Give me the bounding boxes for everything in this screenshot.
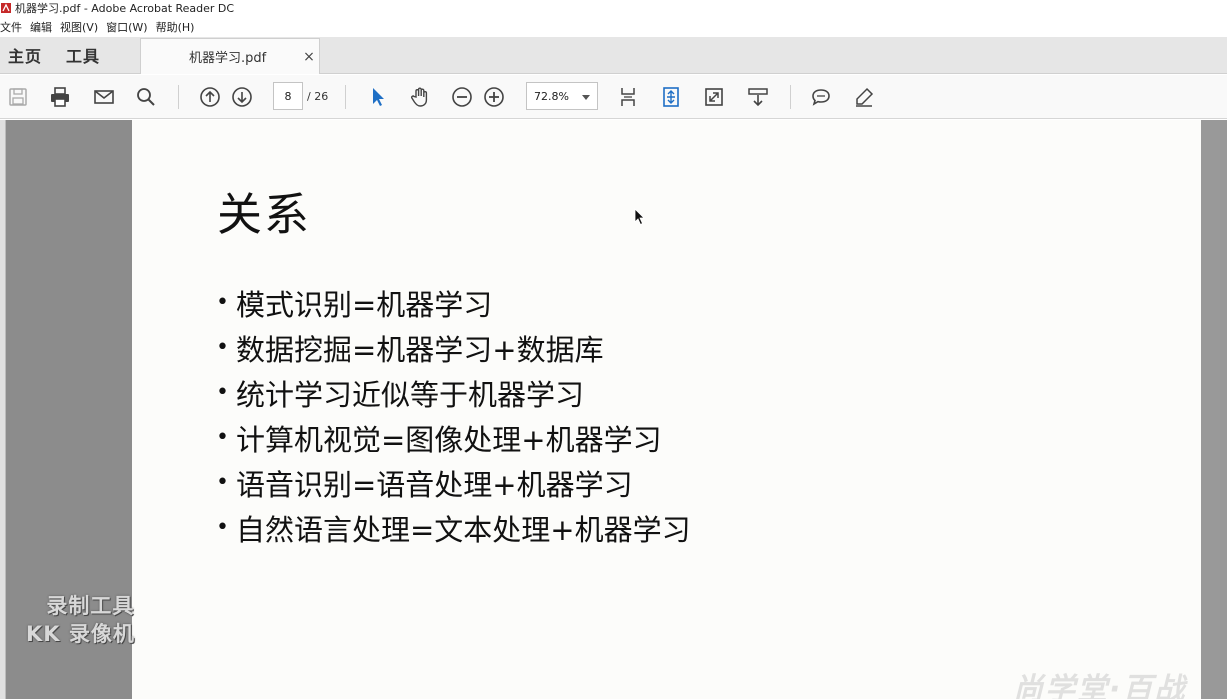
- bullet-item: • 数据挖掘=机器学习+数据库: [216, 325, 691, 370]
- bullet-text: 自然语言处理=文本处理+机器学习: [236, 512, 691, 547]
- fit-page-button[interactable]: [614, 83, 642, 111]
- page-up-icon: [200, 87, 220, 107]
- tab-home[interactable]: 主页: [0, 37, 58, 73]
- fit-width-icon: [663, 87, 679, 107]
- hand-icon: [411, 87, 428, 107]
- title-bar: 机器学习.pdf - Adobe Acrobat Reader DC: [0, 0, 1227, 16]
- highlight-button[interactable]: [850, 83, 878, 111]
- bullet-text: 模式识别=机器学习: [236, 287, 493, 322]
- save-button[interactable]: [4, 83, 32, 111]
- document-viewport[interactable]: 关系 • 模式识别=机器学习 • 数据挖掘=机器学习+数据库 • 统计学习近似等于机器…: [0, 120, 1227, 699]
- bullet-item: • 自然语言处理=文本处理+机器学习: [216, 505, 691, 550]
- chevron-down-icon: [582, 95, 590, 100]
- brand-watermark: 尚学堂·百战: [1013, 672, 1187, 699]
- menu-help[interactable]: 帮助(H): [156, 19, 203, 35]
- menu-bar: 文件 编辑 视图(V) 窗口(W) 帮助(H): [0, 17, 1227, 36]
- zoom-select[interactable]: 72.8%: [526, 82, 598, 110]
- read-mode-button[interactable]: [744, 83, 772, 111]
- comment-icon: [812, 89, 830, 106]
- highlight-icon: [856, 87, 874, 107]
- left-panel-collapsed[interactable]: [0, 120, 6, 699]
- bullet-dot: •: [216, 470, 229, 495]
- window-title: 机器学习.pdf - Adobe Acrobat Reader DC: [15, 2, 235, 15]
- tab-document[interactable]: 机器学习.pdf ×: [140, 38, 321, 74]
- toolbar-separator: [178, 85, 179, 109]
- print-button[interactable]: [46, 83, 74, 111]
- recorder-watermark-line1: 录制工具: [46, 594, 135, 618]
- slide-title: 关系: [217, 188, 312, 241]
- save-icon: [9, 88, 27, 106]
- pdf-page[interactable]: 关系 • 模式识别=机器学习 • 数据挖掘=机器学习+数据库 • 统计学习近似等于机器…: [132, 120, 1201, 699]
- bullet-item: • 计算机视觉=图像处理+机器学习: [216, 415, 691, 460]
- bullet-text: 计算机视觉=图像处理+机器学习: [236, 422, 662, 457]
- zoom-value: 72.8%: [534, 89, 569, 103]
- fullscreen-button[interactable]: [700, 83, 728, 111]
- print-icon: [51, 87, 69, 107]
- menu-file[interactable]: 文件: [0, 19, 30, 35]
- email-icon: [94, 90, 114, 104]
- fit-width-button[interactable]: [657, 83, 685, 111]
- close-tab-button[interactable]: ×: [299, 49, 319, 65]
- menu-view[interactable]: 视图(V): [60, 19, 106, 35]
- bullet-dot: •: [216, 515, 229, 540]
- bullet-dot: •: [216, 380, 229, 405]
- zoom-in-button[interactable]: [480, 83, 508, 111]
- bullet-item: • 语音识别=语音处理+机器学习: [216, 460, 691, 505]
- read-mode-icon: [748, 88, 768, 107]
- toolbar-separator: [345, 85, 346, 109]
- mouse-cursor-icon: [634, 208, 645, 226]
- bullet-text: 数据挖掘=机器学习+数据库: [236, 332, 604, 367]
- bullet-list: • 模式识别=机器学习 • 数据挖掘=机器学习+数据库 • 统计学习近似等于机器学习 …: [216, 280, 691, 550]
- bullet-item: • 统计学习近似等于机器学习: [216, 370, 691, 415]
- bullet-dot: •: [216, 335, 229, 360]
- acrobat-app-icon: [1, 3, 11, 13]
- menu-window[interactable]: 窗口(W): [106, 19, 155, 35]
- bullet-dot: •: [216, 290, 229, 315]
- bullet-text: 语音识别=语音处理+机器学习: [236, 467, 633, 502]
- zoom-out-icon: [452, 87, 472, 107]
- recorder-watermark-line2: KK 录像机: [26, 622, 135, 646]
- zoom-in-icon: [484, 87, 504, 107]
- page-down-icon: [232, 87, 252, 107]
- select-cursor-icon: [373, 88, 384, 106]
- page-total: / 26: [307, 89, 329, 103]
- recorder-watermark: 录制工具 KK 录像机: [26, 592, 135, 648]
- next-page-button[interactable]: [228, 83, 256, 111]
- comment-button[interactable]: [807, 83, 835, 111]
- select-tool-button[interactable]: [364, 83, 392, 111]
- search-icon: [137, 88, 155, 106]
- zoom-out-button[interactable]: [448, 83, 476, 111]
- previous-page-button[interactable]: [196, 83, 224, 111]
- email-button[interactable]: [90, 83, 118, 111]
- document-tab-title: 机器学习.pdf: [189, 51, 267, 66]
- bullet-item: • 模式识别=机器学习: [216, 280, 691, 325]
- menu-edit[interactable]: 编辑: [30, 19, 60, 35]
- current-page-input[interactable]: 8: [273, 82, 303, 110]
- right-panel-collapsed[interactable]: [1201, 120, 1227, 699]
- bullet-dot: •: [216, 425, 229, 450]
- tab-tools[interactable]: 工具: [58, 37, 114, 73]
- toolbar: [0, 75, 1227, 119]
- bullet-text: 统计学习近似等于机器学习: [236, 377, 585, 412]
- toolbar-separator: [790, 85, 791, 109]
- fit-page-icon: [621, 88, 635, 106]
- hand-tool-button[interactable]: [406, 83, 434, 111]
- search-button[interactable]: [132, 83, 160, 111]
- tab-bar: 主页 工具 机器学习.pdf ×: [0, 37, 1227, 74]
- fullscreen-icon: [705, 88, 723, 106]
